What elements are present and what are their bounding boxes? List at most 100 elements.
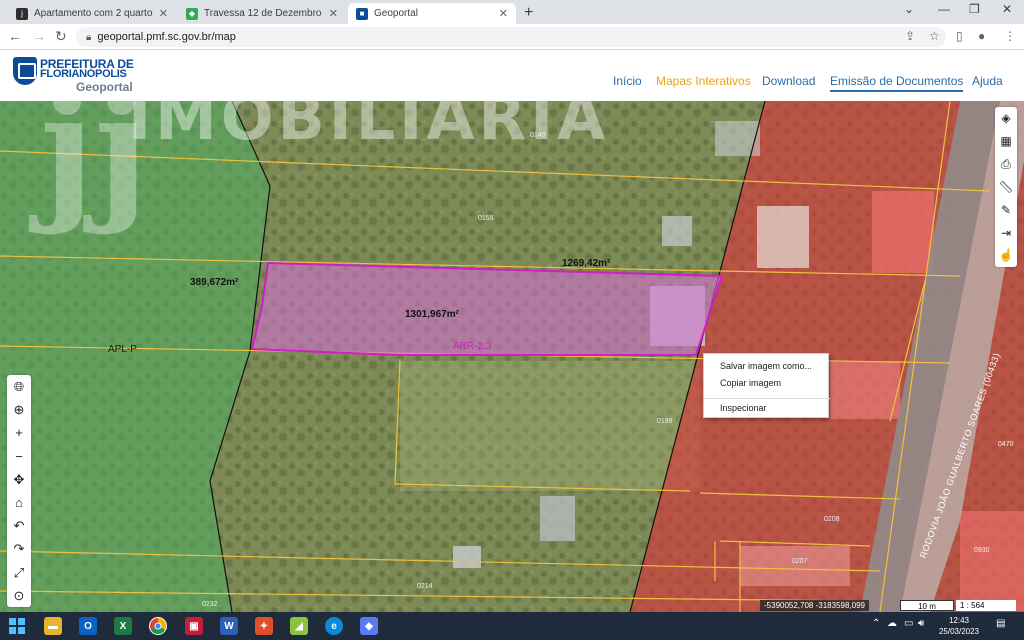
- map-right-toolbar: ◈ ▦ ⎙ 📏︎ ✎ ⇥ ☝: [995, 107, 1017, 267]
- address-bar: ← → ↻ 🔒︎ geoportal.pmf.sc.gov.br/map ⇪ ☆…: [0, 24, 1024, 50]
- coordinates-readout: -5390052,708 -3183598,099: [760, 600, 869, 611]
- bookmark-star-icon[interactable]: ☆: [929, 29, 940, 43]
- windows-start-icon[interactable]: [8, 617, 26, 635]
- basemap-icon[interactable]: ▦: [1000, 135, 1011, 147]
- chrome-icon[interactable]: [149, 617, 167, 635]
- profile-icon[interactable]: ●: [978, 29, 985, 43]
- tab-title: Geoportal: [374, 8, 418, 19]
- cloud-icon[interactable]: ☁: [887, 618, 897, 629]
- clock-time: 12:43: [948, 616, 970, 625]
- network-icon[interactable]: ▭: [904, 618, 913, 629]
- context-menu-copy-image[interactable]: Copiar imagem: [720, 378, 781, 388]
- edge-icon[interactable]: e: [325, 617, 343, 635]
- restore-icon[interactable]: ❐: [969, 2, 980, 16]
- locate-icon[interactable]: ⊙: [14, 589, 25, 602]
- map-left-toolbar: 🌐︎ ⊕ + − ✥ ⌂ ↶ ↷ ⤢ ⊙: [7, 375, 31, 607]
- zoom-out-icon[interactable]: −: [15, 450, 23, 463]
- close-icon[interactable]: ✕: [329, 7, 338, 20]
- lot-number: 0214: [417, 583, 433, 590]
- lock-icon: 🔒︎: [86, 31, 92, 43]
- app-red-icon[interactable]: ▣: [185, 617, 203, 635]
- browser-tab-bar: j Apartamento com 2 quartos no I ✕ ◆ Tra…: [0, 0, 1024, 24]
- taskbar: ▬ O X ▣ W ✦ ◢ e ◆ ⌃ ☁ ▭ 🔊︎ 12:43 25/03/2…: [0, 612, 1024, 640]
- forward-icon[interactable]: →: [32, 28, 46, 44]
- fullscreen-icon[interactable]: ⤢: [14, 566, 24, 579]
- globe-icon[interactable]: 🌐︎: [14, 380, 24, 393]
- browser-tab[interactable]: j Apartamento com 2 quartos no I ✕: [8, 3, 176, 24]
- clock-date: 25/03/2023: [938, 627, 980, 636]
- window-close-icon[interactable]: ✕: [1002, 2, 1012, 16]
- tab-search-icon[interactable]: ⌄: [904, 2, 914, 16]
- word-icon[interactable]: W: [220, 617, 238, 635]
- close-icon[interactable]: ✕: [159, 7, 168, 20]
- site-header: PREFEITURA DE FLORIANÓPOLIS Geoportal In…: [0, 50, 1024, 101]
- menu-ajuda[interactable]: Ajuda: [972, 74, 1003, 88]
- close-icon[interactable]: ✕: [499, 7, 508, 20]
- lot-number: 0208: [824, 516, 840, 523]
- lot-number: 0207: [792, 558, 808, 565]
- lot-number: 0140: [530, 132, 546, 139]
- lot-number: 0155: [478, 215, 494, 222]
- context-menu: Salvar imagem como... Copiar imagem Insp…: [703, 353, 830, 418]
- volume-icon[interactable]: 🔊︎: [918, 618, 924, 629]
- area-label-selected: 1301,967m²: [405, 309, 459, 320]
- layers-icon[interactable]: ◈: [1001, 112, 1010, 124]
- jj-favicon-icon: j: [16, 7, 28, 20]
- system-clock[interactable]: 12:43 25/03/2023: [936, 615, 982, 637]
- app-drop-icon[interactable]: ◆: [360, 617, 378, 635]
- browser-tab-active[interactable]: ■ Geoportal ✕: [348, 3, 516, 24]
- city-shield-icon[interactable]: [13, 57, 37, 85]
- menu-mapas-interativos[interactable]: Mapas Interativos: [656, 74, 751, 88]
- reload-icon[interactable]: ↻: [55, 28, 67, 45]
- zoom-in-icon[interactable]: +: [15, 426, 23, 439]
- menu-inicio[interactable]: Início: [613, 74, 642, 88]
- url-text: geoportal.pmf.sc.gov.br/map: [97, 31, 236, 43]
- back-icon[interactable]: ←: [8, 28, 22, 44]
- tab-title: Travessa 12 de Dezembro - Ingle: [204, 8, 323, 19]
- tab-title: Apartamento com 2 quartos no I: [34, 8, 153, 19]
- home-icon[interactable]: ⌂: [15, 496, 23, 509]
- print-icon[interactable]: ⎙: [1001, 158, 1011, 170]
- tray-overflow-icon[interactable]: ⌃: [872, 618, 880, 629]
- context-menu-save-image[interactable]: Salvar imagem como...: [720, 361, 812, 371]
- minimize-icon[interactable]: —: [938, 2, 950, 16]
- scale-ratio[interactable]: 1 : 564: [956, 600, 1016, 611]
- divider: [704, 398, 830, 399]
- new-tab-button[interactable]: +: [524, 4, 533, 22]
- map-canvas[interactable]: jj IMOBILIÁRIA 389,672m² 1269,42m² 1301,…: [0, 101, 1024, 612]
- lot-number: 0930: [974, 547, 990, 554]
- notifications-icon[interactable]: ▤: [996, 618, 1005, 629]
- share-icon[interactable]: ⇪: [905, 29, 915, 43]
- area-label: 1269,42m²: [562, 258, 611, 269]
- app-feather-icon[interactable]: ✦: [255, 617, 273, 635]
- geoportal-favicon-icon: ■: [356, 7, 368, 20]
- scale-bar: 10 m: [900, 600, 954, 611]
- zoom-area-icon[interactable]: ⊕: [14, 403, 25, 416]
- export-icon[interactable]: ⇥: [1001, 227, 1011, 239]
- side-panel-icon[interactable]: ▯: [956, 29, 963, 43]
- url-input[interactable]: 🔒︎ geoportal.pmf.sc.gov.br/map: [76, 27, 946, 47]
- lot-number: 0470: [998, 441, 1014, 448]
- app-green-icon[interactable]: ◢: [290, 617, 308, 635]
- browser-tab[interactable]: ◆ Travessa 12 de Dezembro - Ingle ✕: [178, 3, 346, 24]
- context-menu-inspect[interactable]: Inspecionar: [720, 403, 767, 413]
- file-explorer-icon[interactable]: ▬: [44, 617, 62, 635]
- draw-pencil-icon[interactable]: ✎: [1001, 204, 1011, 216]
- map-layers: [0, 101, 1024, 612]
- redo-icon[interactable]: ↷: [14, 542, 25, 555]
- excel-icon[interactable]: X: [114, 617, 132, 635]
- logo-line-2[interactable]: FLORIANÓPOLIS: [40, 68, 127, 80]
- logo-line-3[interactable]: Geoportal: [76, 80, 133, 94]
- outlook-icon[interactable]: O: [79, 617, 97, 635]
- menu-emissao-documentos[interactable]: Emissão de Documentos: [830, 74, 964, 92]
- menu-download[interactable]: Download: [762, 74, 815, 88]
- pan-icon[interactable]: ✥: [14, 473, 25, 486]
- maps-pin-icon: ◆: [186, 7, 198, 20]
- measure-ruler-icon[interactable]: 📏︎: [998, 181, 1013, 193]
- browser-menu-icon[interactable]: ⋮: [1004, 29, 1016, 43]
- undo-icon[interactable]: ↶: [14, 519, 25, 532]
- identify-hand-icon[interactable]: ☝: [999, 249, 1014, 261]
- watermark-text: IMOBILIÁRIA: [128, 101, 610, 154]
- area-label: 389,672m²: [190, 277, 239, 288]
- lot-number: 0189: [657, 418, 673, 425]
